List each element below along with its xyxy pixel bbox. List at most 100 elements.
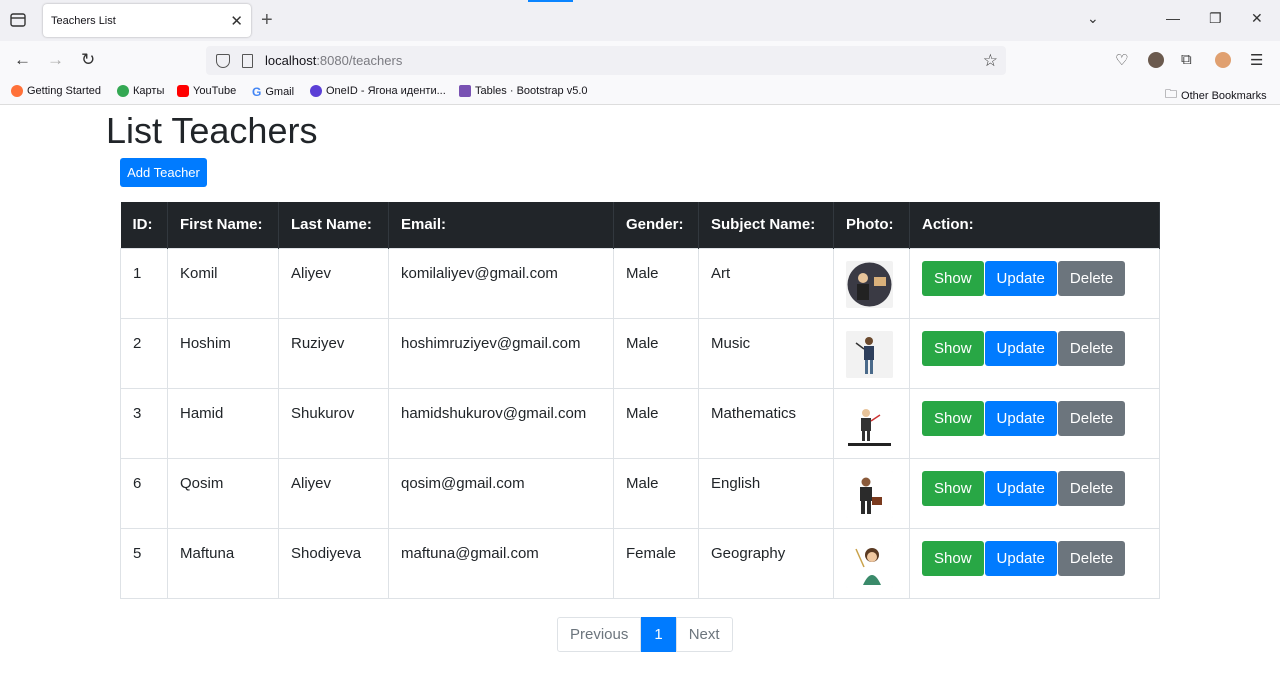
url-host: localhost — [265, 53, 317, 68]
show-button[interactable]: Show — [922, 400, 984, 436]
update-button[interactable]: Update — [984, 540, 1057, 576]
teachers-table: ID: First Name: Last Name: Email: Gender… — [120, 202, 1160, 599]
show-button[interactable]: Show — [922, 470, 984, 506]
cell-gender: Male — [613, 247, 699, 319]
update-button[interactable]: Update — [984, 470, 1057, 506]
profile-icon[interactable] — [1215, 52, 1231, 68]
cell-action: Show Update Delete — [909, 457, 1160, 529]
tab-list-icon[interactable] — [8, 10, 28, 30]
google-icon: G — [252, 85, 262, 99]
bookmark-label: Other Bookmarks — [1181, 89, 1267, 102]
cell-gender: Male — [613, 317, 699, 389]
bookmark-gmail[interactable]: G Gmail — [252, 85, 294, 99]
browser-tab[interactable]: Teachers List ✕ — [43, 4, 251, 37]
account-avatar-icon[interactable] — [1148, 52, 1164, 68]
bookmark-maps[interactable]: Карты — [117, 85, 164, 97]
show-button[interactable]: Show — [922, 330, 984, 366]
delete-button[interactable]: Delete — [1057, 330, 1126, 366]
cell-photo — [833, 317, 910, 389]
tab-indicator — [528, 0, 573, 2]
bookmark-bootstrap[interactable]: Tables · Bootstrap v5.0 — [459, 85, 588, 97]
delete-button[interactable]: Delete — [1057, 260, 1126, 296]
bookmark-label: Getting Started — [27, 85, 101, 97]
cell-subject: Geography — [698, 527, 834, 599]
cell-photo — [833, 387, 910, 459]
cell-photo — [833, 527, 910, 599]
cell-id: 3 — [120, 387, 168, 459]
show-button[interactable]: Show — [922, 540, 984, 576]
cell-first-name: Komil — [167, 247, 279, 319]
cell-subject: Art — [698, 247, 834, 319]
cell-email: komilaliyev@gmail.com — [388, 247, 614, 319]
update-button[interactable]: Update — [984, 330, 1057, 366]
table-row: 1 Komil Aliyev komilaliyev@gmail.com Mal… — [120, 247, 1160, 319]
delete-button[interactable]: Delete — [1057, 400, 1126, 436]
nav-bar: ← → ↻ localhost:8080/teachers ☆ ♡ ⧉ ☰ — [0, 41, 1280, 80]
cell-subject: English — [698, 457, 834, 529]
new-tab-icon[interactable]: + — [261, 9, 273, 32]
pagination-previous[interactable]: Previous — [557, 617, 642, 652]
cell-last-name: Ruziyev — [278, 317, 389, 389]
page-title: List Teachers — [106, 110, 318, 151]
cell-email: qosim@gmail.com — [388, 457, 614, 529]
map-pin-icon — [117, 85, 129, 97]
teacher-photo — [846, 540, 893, 588]
add-teacher-button[interactable]: Add Teacher — [120, 158, 207, 187]
teacher-photo — [846, 260, 893, 308]
teacher-photo — [846, 400, 893, 448]
pagination-page-1[interactable]: 1 — [641, 617, 676, 652]
address-bar[interactable]: localhost:8080/teachers ☆ — [206, 46, 1006, 75]
bookmark-youtube[interactable]: YouTube — [177, 85, 236, 97]
youtube-icon — [177, 85, 189, 97]
delete-button[interactable]: Delete — [1057, 470, 1126, 506]
minimize-icon[interactable]: — — [1166, 10, 1180, 26]
header-last-name: Last Name: — [278, 202, 389, 248]
show-button[interactable]: Show — [922, 260, 984, 296]
extensions-icon[interactable]: ⧉ — [1181, 51, 1192, 68]
bookmark-getting-started[interactable]: Getting Started — [11, 85, 101, 97]
bookmark-label: YouTube — [193, 85, 237, 97]
tab-title: Teachers List — [51, 14, 116, 27]
header-subject: Subject Name: — [698, 202, 834, 248]
page-icon — [242, 53, 253, 68]
folder-icon: 🗀 — [1165, 87, 1178, 101]
menu-icon[interactable]: ☰ — [1250, 51, 1263, 69]
back-icon[interactable]: ← — [14, 50, 31, 70]
bookmark-oneid[interactable]: OneID - Ягона иденти... — [310, 85, 446, 97]
cell-photo — [833, 247, 910, 319]
close-window-icon[interactable]: ✕ — [1251, 10, 1263, 27]
cell-action: Show Update Delete — [909, 317, 1160, 389]
cell-subject: Music — [698, 317, 834, 389]
user-icon — [310, 85, 322, 97]
forward-icon[interactable]: → — [47, 50, 64, 70]
bootstrap-icon — [459, 85, 471, 97]
tab-bar: Teachers List ✕ + ⌄ — ❐ ✕ — [0, 0, 1280, 41]
header-email: Email: — [388, 202, 614, 248]
delete-button[interactable]: Delete — [1057, 540, 1126, 576]
header-first-name: First Name: — [167, 202, 279, 248]
teacher-photo — [846, 330, 893, 378]
cell-id: 2 — [120, 317, 168, 389]
restore-icon[interactable]: ❐ — [1209, 10, 1222, 27]
close-tab-icon[interactable]: ✕ — [230, 12, 243, 30]
header-photo: Photo: — [833, 202, 910, 248]
list-all-tabs-icon[interactable]: ⌄ — [1087, 10, 1099, 27]
other-bookmarks[interactable]: 🗀 Other Bookmarks — [1165, 85, 1267, 106]
cell-id: 6 — [120, 457, 168, 529]
cell-id: 1 — [120, 247, 168, 319]
bookmark-star-icon[interactable]: ☆ — [983, 51, 998, 71]
update-button[interactable]: Update — [984, 260, 1057, 296]
table-row: 3 Hamid Shukurov hamidshukurov@gmail.com… — [120, 387, 1160, 459]
reload-icon[interactable]: ↻ — [81, 50, 95, 70]
shield-icon[interactable] — [216, 53, 230, 68]
cell-email: hamidshukurov@gmail.com — [388, 387, 614, 459]
pocket-icon[interactable]: ♡ — [1115, 51, 1128, 69]
cell-first-name: Maftuna — [167, 527, 279, 599]
pagination-next[interactable]: Next — [675, 617, 733, 652]
update-button[interactable]: Update — [984, 400, 1057, 436]
cell-gender: Male — [613, 387, 699, 459]
table-row: 2 Hoshim Ruziyev hoshimruziyev@gmail.com… — [120, 317, 1160, 389]
cell-last-name: Aliyev — [278, 247, 389, 319]
table-row: 5 Maftuna Shodiyeva maftuna@gmail.com Fe… — [120, 527, 1160, 599]
cell-email: maftuna@gmail.com — [388, 527, 614, 599]
